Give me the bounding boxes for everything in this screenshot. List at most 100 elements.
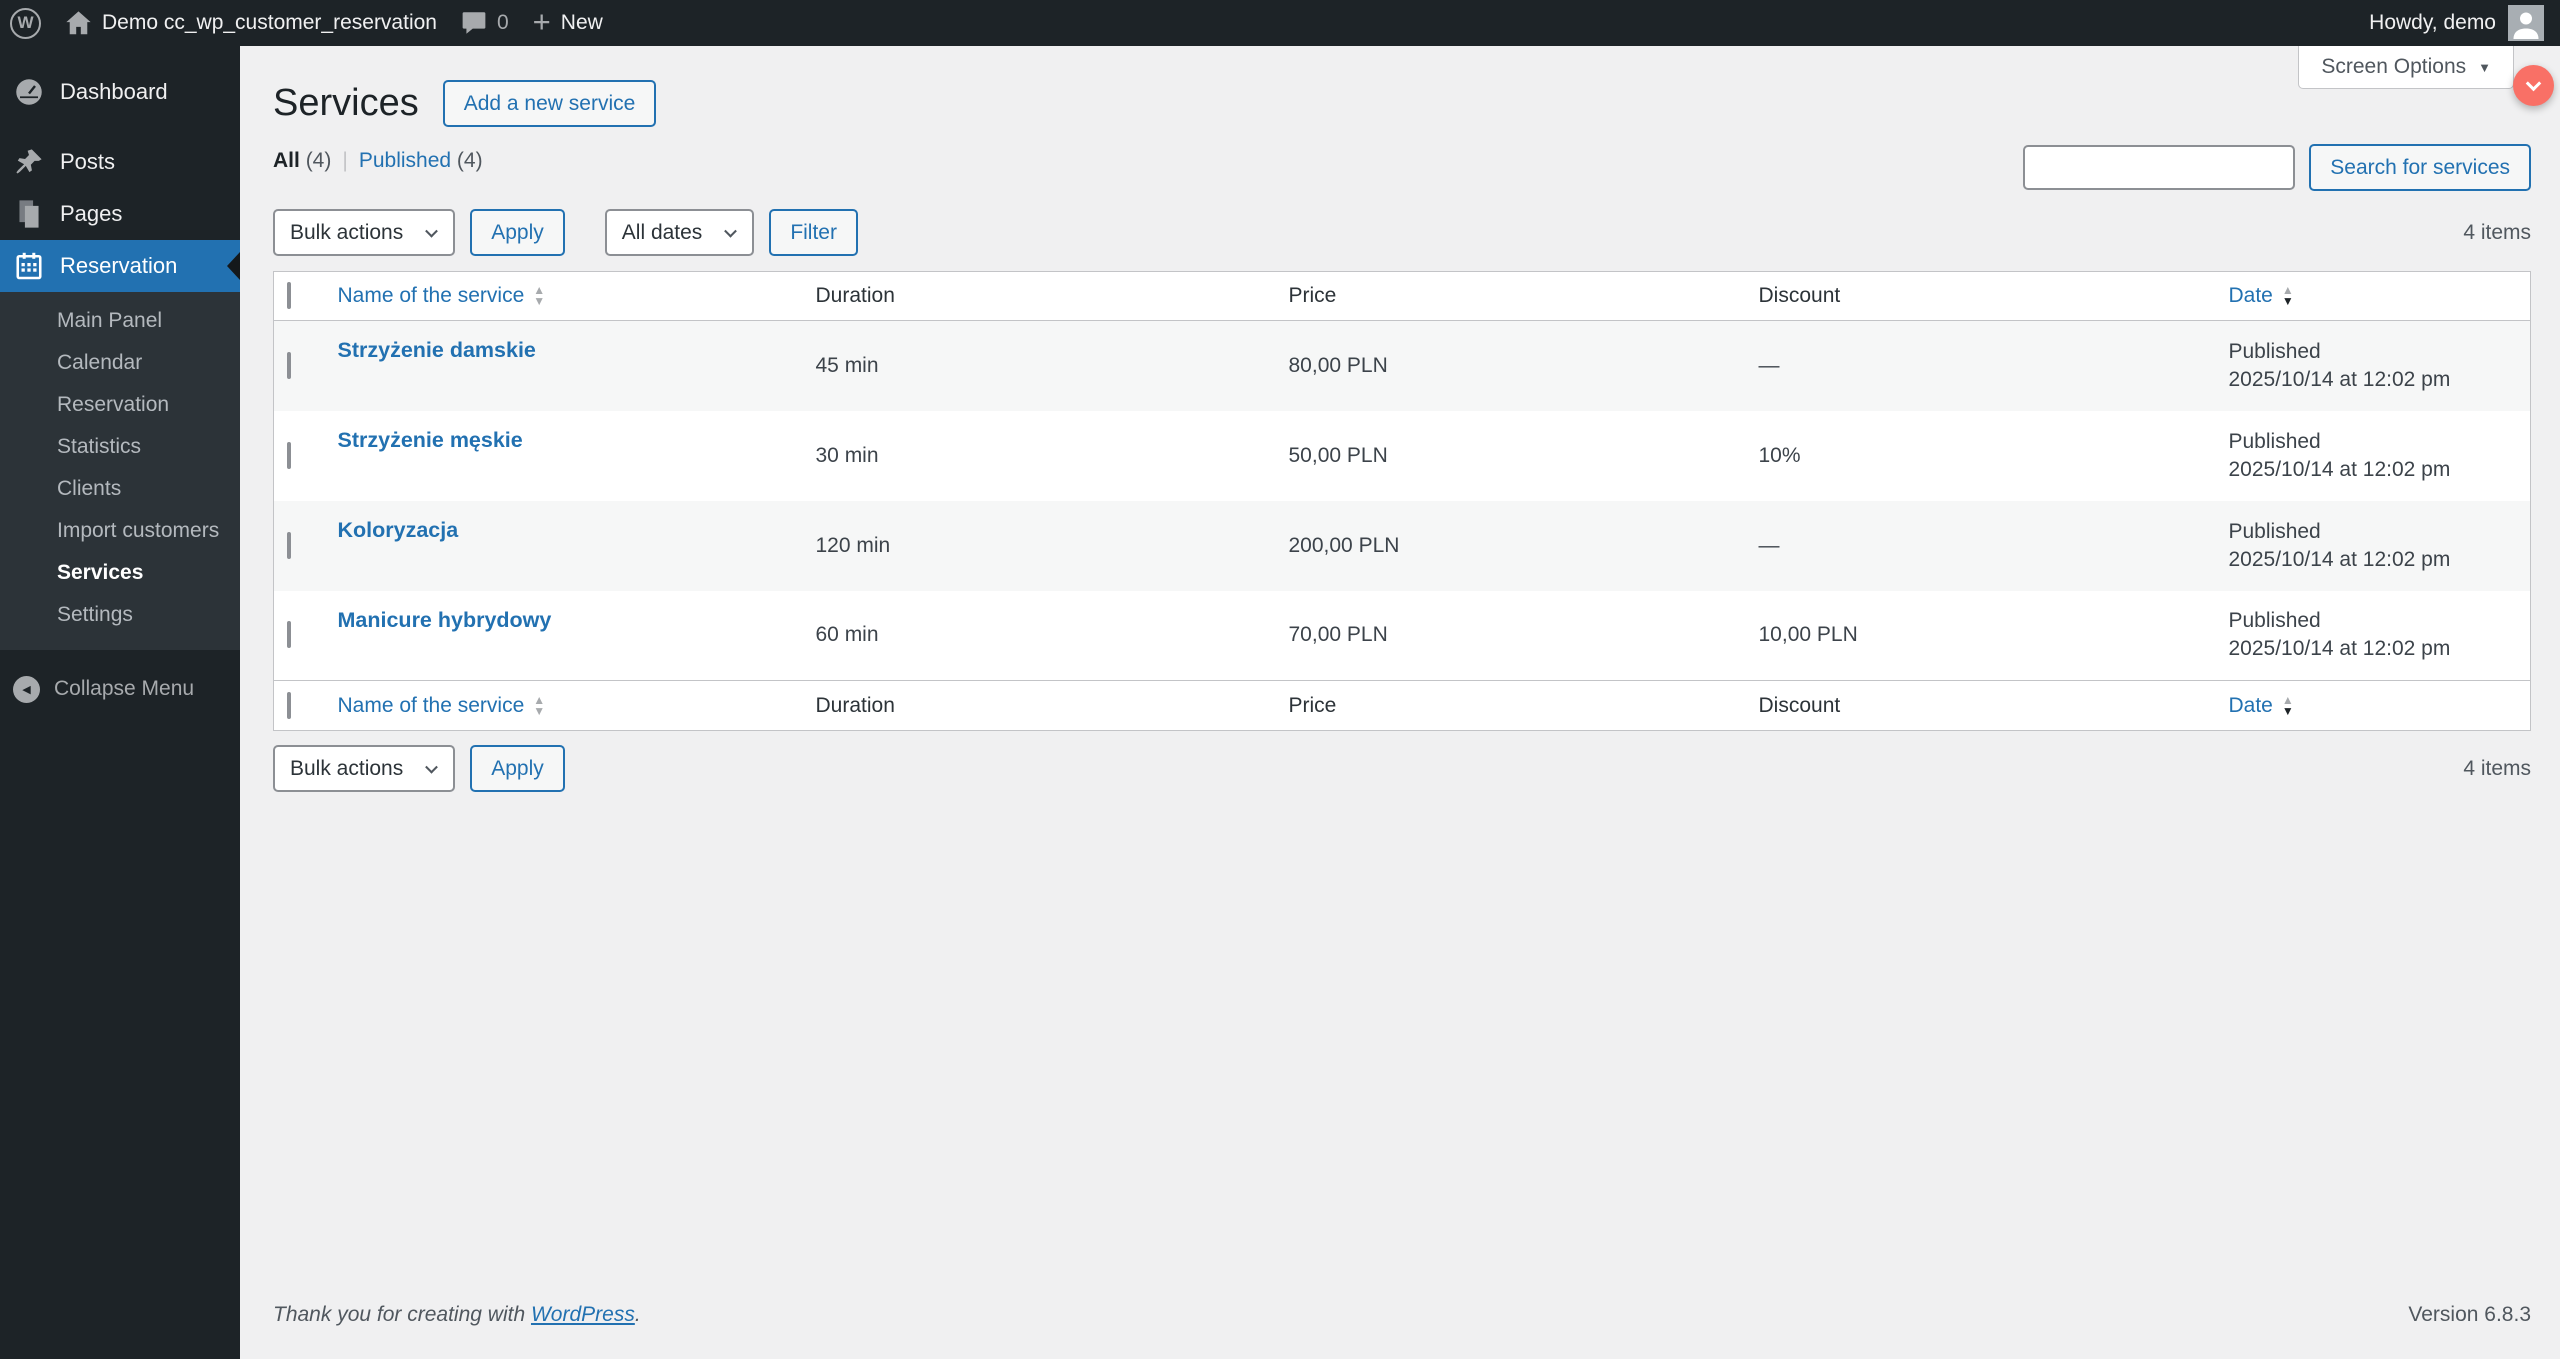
version-label: Version 6.8.3 xyxy=(2408,1303,2531,1326)
bulk-actions-select[interactable]: Bulk actions xyxy=(273,209,456,256)
view-all-label: All xyxy=(273,149,300,172)
price-cell: 70,00 PLN xyxy=(1288,623,1388,647)
plus-icon: + xyxy=(532,3,551,39)
submenu-item-services[interactable]: Services xyxy=(0,552,240,594)
table-footer: Name of the service ▲ ▼ Duration Price Di… xyxy=(273,680,2531,731)
tablenav-top: Bulk actions Apply All dates Filter 4 it… xyxy=(273,209,2531,256)
sidebar-item-reservation[interactable]: Reservation xyxy=(0,240,240,292)
new-content-button[interactable]: + New xyxy=(533,0,603,46)
apply-button[interactable]: Apply xyxy=(470,745,565,792)
add-new-service-button[interactable]: Add a new service xyxy=(442,80,657,127)
filter-button[interactable]: Filter xyxy=(769,209,858,256)
sort-arrows-icon: ▲ ▼ xyxy=(533,283,546,308)
collapse-menu-button[interactable]: ◀ Collapse Menu xyxy=(0,664,240,714)
table-header: Name of the service ▲ ▼ Duration Price Di… xyxy=(273,271,2531,321)
select-all-checkbox[interactable] xyxy=(287,282,291,309)
submenu-item-statistics[interactable]: Statistics xyxy=(0,426,240,468)
chevron-down-icon xyxy=(2525,75,2542,91)
sort-by-date-link[interactable]: Date ▲ ▼ xyxy=(2229,694,2294,718)
submenu-item-reservation[interactable]: Reservation xyxy=(0,384,240,426)
row-checkbox[interactable] xyxy=(287,351,291,379)
apply-button[interactable]: Apply xyxy=(470,209,565,256)
page-title: Services xyxy=(273,82,419,124)
discount-cell: 10% xyxy=(1758,443,1801,467)
sort-by-name-link[interactable]: Name of the service ▲ ▼ xyxy=(338,284,546,308)
admin-bar: W Demo cc_wp_customer_reservation 0 + Ne… xyxy=(0,0,2560,46)
home-icon xyxy=(66,10,91,34)
view-published-label: Published xyxy=(358,149,452,172)
search-row: Search for services xyxy=(2023,144,2531,191)
pages-icon xyxy=(13,199,44,229)
row-checkbox[interactable] xyxy=(287,621,291,649)
duration-cell: 60 min xyxy=(815,623,879,647)
date-cell: Published 2025/10/14 at 12:02 pm xyxy=(2229,411,2531,501)
chevron-down-icon xyxy=(425,760,439,774)
site-name-link[interactable]: Demo cc_wp_customer_reservation xyxy=(65,0,437,46)
floating-action-button[interactable] xyxy=(2513,65,2554,106)
submenu-item-calendar[interactable]: Calendar xyxy=(0,342,240,384)
view-all-count: (4) xyxy=(305,149,332,172)
row-checkbox[interactable] xyxy=(287,441,291,469)
submenu-item-clients[interactable]: Clients xyxy=(0,468,240,510)
sidebar-item-posts[interactable]: Posts xyxy=(0,136,240,188)
service-title-link[interactable]: Manicure hybrydowy xyxy=(338,608,552,632)
all-dates-select[interactable]: All dates xyxy=(604,209,755,256)
footer-thanks-label: Thank you for creating with xyxy=(273,1303,526,1326)
comments-link[interactable]: 0 xyxy=(461,0,509,46)
wordpress-logo-icon: W xyxy=(10,7,41,39)
sort-arrows-icon: ▲ ▼ xyxy=(2281,692,2294,718)
sidebar-item-label: Reservation xyxy=(60,253,178,278)
comment-bubble-icon xyxy=(462,12,486,34)
column-discount-label: Discount xyxy=(1758,284,1841,307)
view-published-link[interactable]: Published (4) xyxy=(359,149,483,173)
discount-cell: — xyxy=(1758,353,1780,377)
sort-by-name-link[interactable]: Name of the service ▲ ▼ xyxy=(338,694,546,718)
search-input[interactable] xyxy=(2023,145,2296,190)
submenu-item-main-panel[interactable]: Main Panel xyxy=(0,300,240,342)
wordpress-link[interactable]: WordPress xyxy=(531,1303,635,1326)
price-cell: 80,00 PLN xyxy=(1288,353,1388,377)
status-label: Published xyxy=(2228,519,2321,543)
footer-period: . xyxy=(634,1303,641,1326)
column-price-label: Price xyxy=(1288,693,1337,717)
price-cell: 200,00 PLN xyxy=(1288,533,1400,557)
bulk-actions-select[interactable]: Bulk actions xyxy=(273,745,456,792)
chevron-down-icon: ▼ xyxy=(2478,59,2491,75)
status-label: Published xyxy=(2228,339,2321,363)
date-cell: Published 2025/10/14 at 12:02 pm xyxy=(2229,321,2531,411)
sidebar-item-label: Pages xyxy=(60,201,123,226)
service-title-link[interactable]: Strzyżenie męskie xyxy=(338,428,523,452)
column-name-label: Name of the service xyxy=(337,693,525,717)
status-label: Published xyxy=(2228,609,2321,633)
search-for-services-button[interactable]: Search for services xyxy=(2309,144,2531,191)
collapse-menu-label: Collapse Menu xyxy=(54,677,195,700)
wordpress-menu-button[interactable]: W xyxy=(10,0,41,46)
service-title-link[interactable]: Strzyżenie damskie xyxy=(338,338,536,362)
sidebar-item-dashboard[interactable]: Dashboard xyxy=(0,66,240,118)
howdy-label: Howdy, demo xyxy=(2369,11,2496,34)
sidebar-separator xyxy=(0,118,240,136)
submenu-item-settings[interactable]: Settings xyxy=(0,594,240,636)
sort-arrows-icon: ▲ ▼ xyxy=(2281,283,2294,308)
submenu-item-import-customers[interactable]: Import customers xyxy=(0,510,240,552)
items-count: 4 items xyxy=(2463,220,2531,244)
sidebar-item-pages[interactable]: Pages xyxy=(0,188,240,240)
column-price-label: Price xyxy=(1288,284,1337,307)
sort-by-date-link[interactable]: Date ▲ ▼ xyxy=(2229,284,2294,308)
date-cell: Published 2025/10/14 at 12:02 pm xyxy=(2229,501,2531,591)
bulk-actions-label: Bulk actions xyxy=(290,756,404,780)
account-menu[interactable]: Howdy, demo xyxy=(2369,5,2544,41)
datetime-label: 2025/10/14 at 12:02 pm xyxy=(2228,547,2451,571)
screen-options-button[interactable]: Screen Options ▼ xyxy=(2298,46,2514,89)
service-title-link[interactable]: Koloryzacja xyxy=(338,518,459,542)
row-checkbox[interactable] xyxy=(287,531,291,559)
column-duration-label: Duration xyxy=(815,284,895,307)
discount-cell: 10,00 PLN xyxy=(1758,623,1858,647)
column-name-label: Name of the service xyxy=(337,284,525,307)
services-table: Name of the service ▲ ▼ Duration Price Di… xyxy=(273,271,2531,731)
column-date-label: Date xyxy=(2228,693,2273,717)
select-all-checkbox[interactable] xyxy=(287,691,291,719)
view-all-link[interactable]: All (4) xyxy=(273,149,331,173)
page-wrap: Services Add a new service Search for se… xyxy=(240,46,2560,792)
pushpin-icon xyxy=(13,148,44,176)
